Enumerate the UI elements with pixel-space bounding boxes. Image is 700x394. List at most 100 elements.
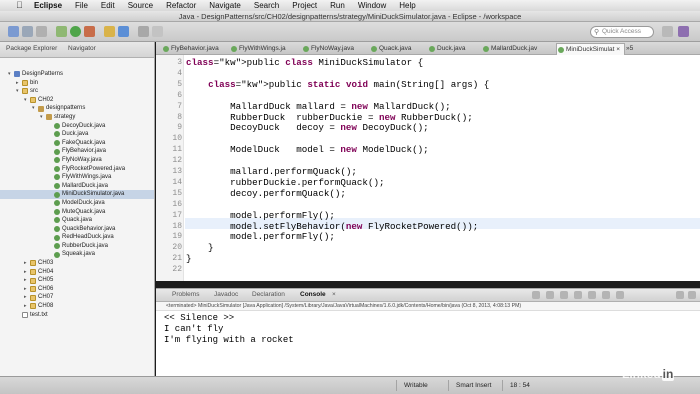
tree-node[interactable]: ▸ CH04 [0,268,154,277]
scroll-lock-icon[interactable] [574,291,582,299]
tree-node[interactable]: ▸ CH07 [0,293,154,302]
console-line: I'm flying with a rocket [164,335,294,345]
line-number: 6 [177,90,182,100]
tree-node-label: MuteQuack.java [62,208,106,215]
tree-node[interactable]: ▾ CH02 [0,96,154,105]
tab-problems[interactable]: Problems [172,291,199,298]
menu-bar:  Eclipse File Edit Source Refactor Navi… [0,0,700,11]
tree-node[interactable]: RubberDuck.java [0,242,154,251]
tree-node[interactable]: ▾ DesignPatterns [0,70,154,79]
tab-minidducksimulator[interactable]: MiniDuckSimulat × [556,43,626,55]
close-console-icon[interactable]: × [332,291,336,298]
tree-node[interactable]: FlyBehavior.java [0,147,154,156]
tree-node[interactable]: Squeak.java [0,250,154,259]
tree-node[interactable]: FlyNoWay.java [0,156,154,165]
quick-access-field[interactable]: ⚲ Quick Access [590,26,654,38]
tab-mallardduck[interactable]: MallardDuck.jav [482,43,537,55]
menu-window[interactable]: Window [358,1,386,10]
tree-node[interactable]: ▸ CH08 [0,302,154,311]
line-number: 8 [177,112,182,122]
menu-search[interactable]: Search [254,1,279,10]
java-file-icon [558,47,564,53]
menu-edit[interactable]: Edit [101,1,115,10]
open-console-icon[interactable] [616,291,624,299]
java-icon [54,234,60,241]
print-icon[interactable] [36,26,47,37]
java-perspective-icon[interactable] [678,26,689,37]
tree-node[interactable]: ▸ CH06 [0,285,154,294]
tree-node-label: DecoyDuck.java [62,122,106,129]
menu-file[interactable]: File [75,1,88,10]
menu-help[interactable]: Help [399,1,415,10]
tab-flybehavior[interactable]: FlyBehavior.java [162,43,219,55]
apple-icon[interactable]:  [16,1,24,10]
tree-node[interactable]: MallardDuck.java [0,182,154,191]
external-tools-icon[interactable] [84,26,95,37]
tree-node[interactable]: QuackBehavior.java [0,225,154,234]
menu-eclipse[interactable]: Eclipse [34,1,62,10]
open-type-icon[interactable] [138,26,149,37]
tab-flywithwings[interactable]: FlyWithWings.ja [230,43,286,55]
tab-console[interactable]: Console [300,291,326,298]
code-line: ModelDuck model = new ModelDuck(); [186,144,429,156]
pkg-icon [46,114,52,121]
window-title: Java - DesignPatterns/src/CH02/designpat… [0,11,700,22]
tree-node-label: ModelDuck.java [62,199,105,206]
tabs-overflow[interactable]: »5 [626,43,633,55]
line-number: 15 [172,188,182,198]
close-tab-icon[interactable]: × [616,46,620,53]
console-output[interactable]: << Silence >> I can't fly I'm flying wit… [156,311,700,376]
tab-quack[interactable]: Quack.java [370,43,412,55]
tree-node[interactable]: MiniDuckSimulator.java [0,190,154,199]
tree-node[interactable]: test.txt [0,311,154,320]
tree-node[interactable]: FlyRocketPowered.java [0,165,154,174]
tree-node[interactable]: ModelDuck.java [0,199,154,208]
tree-node[interactable]: Duck.java [0,130,154,139]
maximize-icon[interactable] [688,291,696,299]
tree-node[interactable]: ▾ src [0,87,154,96]
tree-node[interactable]: RedHeadDuck.java [0,233,154,242]
menu-source[interactable]: Source [128,1,153,10]
debug-icon[interactable] [56,26,67,37]
tree-node-label: DesignPatterns [22,71,64,77]
tree-node[interactable]: FlyWithWings.java [0,173,154,182]
tree-node[interactable]: ▾ strategy [0,113,154,122]
perspective-icon[interactable] [662,26,673,37]
terminate-icon[interactable] [532,291,540,299]
code-editor[interactable]: 3 4 5 6 7 8 9 10 11 12 13 14 15 16 17 18 19 20 21 22 class=… [156,55,700,281]
tree-node[interactable]: ▾ designpatterns [0,104,154,113]
tree-node[interactable]: MuteQuack.java [0,208,154,217]
run-icon[interactable] [70,26,81,37]
tab-duck[interactable]: Duck.java [428,43,466,55]
java-icon [54,148,60,155]
tree-node[interactable]: FakeQuack.java [0,139,154,148]
search-toolbar-icon[interactable] [152,26,163,37]
tree-node[interactable]: ▸ CH05 [0,276,154,285]
minimize-icon[interactable] [676,291,684,299]
tree-node[interactable]: DecoyDuck.java [0,122,154,131]
tab-javadoc[interactable]: Javadoc [214,291,238,298]
new-package-icon[interactable] [104,26,115,37]
new-file-icon[interactable] [8,26,19,37]
java-icon [54,157,60,164]
clear-console-icon[interactable] [560,291,568,299]
java-icon [54,183,60,190]
menu-run[interactable]: Run [330,1,345,10]
line-number: 19 [172,232,182,242]
remove-launch-icon[interactable] [546,291,554,299]
java-icon [54,200,60,207]
display-console-icon[interactable] [602,291,610,299]
save-icon[interactable] [22,26,33,37]
menu-project[interactable]: Project [292,1,317,10]
new-class-icon[interactable] [118,26,129,37]
tab-flynoway[interactable]: FlyNoWay.java [302,43,354,55]
tree-node[interactable]: ▸ CH03 [0,259,154,268]
search-icon: ⚲ [594,29,600,36]
menu-refactor[interactable]: Refactor [166,1,196,10]
tree-node[interactable]: ▸ bin [0,79,154,88]
pin-console-icon[interactable] [588,291,596,299]
tree-node[interactable]: Quack.java [0,216,154,225]
tab-declaration[interactable]: Declaration [252,291,285,298]
menu-navigate[interactable]: Navigate [209,1,241,10]
tree-node-label: MallardDuck.java [62,182,109,189]
